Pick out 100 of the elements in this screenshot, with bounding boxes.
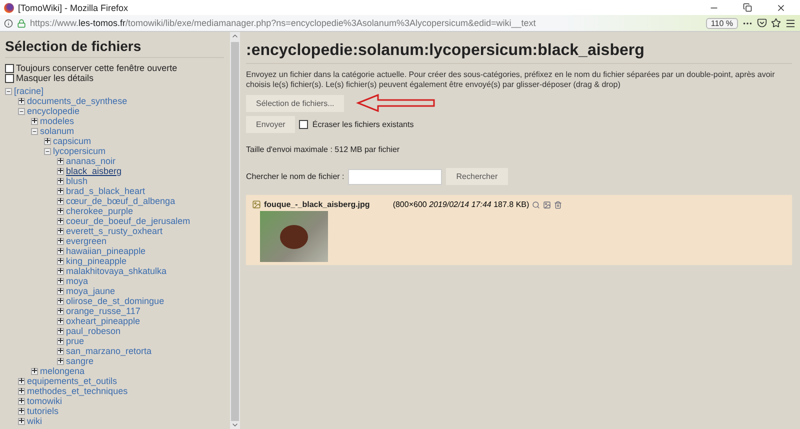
- tree-item[interactable]: capsicum: [53, 136, 92, 146]
- pocket-icon[interactable]: [757, 18, 767, 28]
- tree-item[interactable]: ananas_noir: [66, 156, 116, 166]
- tree-item[interactable]: tomowiki: [27, 396, 62, 406]
- tree-item[interactable]: oxheart_pineapple: [66, 316, 140, 326]
- tree-item[interactable]: equipements_et_outils: [27, 376, 118, 386]
- search-icon[interactable]: [532, 200, 540, 208]
- collapse-toggle[interactable]: [18, 108, 25, 114]
- checkbox[interactable]: [5, 64, 14, 72]
- expand-toggle[interactable]: [57, 188, 64, 194]
- tree-item[interactable]: hawaiian_pineapple: [66, 246, 146, 256]
- browser-logo-icon: [4, 2, 14, 12]
- info-icon[interactable]: [4, 18, 13, 28]
- zoom-level[interactable]: 110 %: [706, 18, 738, 28]
- tree-item[interactable]: paul_robeson: [66, 326, 121, 336]
- photo-placeholder[interactable]: [260, 211, 328, 262]
- close-icon[interactable]: [776, 2, 786, 12]
- tree-item[interactable]: cherokee_purple: [66, 206, 134, 216]
- search-label: Chercher le nom de fichier :: [246, 172, 344, 181]
- upload-button[interactable]: Envoyer: [246, 116, 296, 133]
- expand-toggle[interactable]: [31, 368, 38, 374]
- scrollbar[interactable]: [230, 32, 240, 429]
- expand-toggle[interactable]: [57, 168, 64, 174]
- search-field[interactable]: [348, 168, 442, 184]
- scroll-down-icon[interactable]: [231, 421, 239, 429]
- tree-item[interactable]: [racine]: [14, 86, 44, 96]
- expand-toggle[interactable]: [18, 408, 25, 414]
- window-title: [TomoWiki] - Mozilla Firefox: [18, 2, 130, 12]
- restore-icon[interactable]: [743, 2, 752, 12]
- tree-item[interactable]: encyclopedie: [27, 106, 80, 116]
- expand-toggle[interactable]: [57, 348, 64, 354]
- scroll-up-icon[interactable]: [231, 32, 239, 40]
- expand-toggle[interactable]: [57, 258, 64, 264]
- expand-toggle[interactable]: [57, 198, 64, 204]
- file-details: (800×600 2019/02/14 17:44 187.8 KB): [392, 200, 530, 209]
- expand-toggle[interactable]: [57, 208, 64, 214]
- tree-item[interactable]: melongena: [40, 366, 85, 376]
- expand-toggle[interactable]: [57, 298, 64, 304]
- expand-toggle[interactable]: [18, 378, 25, 384]
- expand-toggle[interactable]: [57, 238, 64, 244]
- checkbox-label: Toujours conserver cette fenêtre ouverte: [16, 63, 178, 73]
- expand-toggle[interactable]: [31, 118, 38, 124]
- tree-item[interactable]: orange_russe_117: [66, 306, 140, 316]
- tree-item[interactable]: cœur_de_bœuf_d_albenga: [66, 196, 176, 206]
- tree-item[interactable]: prue: [66, 336, 84, 346]
- file-name-link[interactable]: fouque_-_black_aisberg.jpg: [264, 200, 370, 209]
- file-select-button[interactable]: Sélection de fichiers...: [246, 94, 344, 112]
- checkbox-label: Masquer les détails: [16, 73, 94, 83]
- collapse-toggle[interactable]: [31, 128, 38, 134]
- expand-toggle[interactable]: [57, 248, 64, 254]
- tree-item[interactable]: moya_jaune: [66, 286, 116, 296]
- expand-toggle[interactable]: [57, 288, 64, 294]
- expand-toggle[interactable]: [57, 358, 64, 364]
- expand-toggle[interactable]: [44, 138, 51, 144]
- tree-item[interactable]: black_aisberg: [66, 166, 122, 176]
- trash-icon[interactable]: [554, 200, 562, 208]
- expand-toggle[interactable]: [18, 98, 25, 104]
- tree-item[interactable]: king_pineapple: [66, 256, 127, 266]
- tree-item[interactable]: wiki: [27, 416, 42, 426]
- checkbox[interactable]: [5, 74, 14, 82]
- expand-toggle[interactable]: [57, 158, 64, 164]
- tree-item[interactable]: evergreen: [66, 236, 107, 246]
- star-icon[interactable]: [771, 18, 781, 28]
- search-button[interactable]: Rechercher: [446, 168, 508, 185]
- tree-item[interactable]: olirose_de_st_domingue: [66, 296, 164, 306]
- tree-item[interactable]: documents_de_synthese: [27, 96, 128, 106]
- checkbox[interactable]: [299, 120, 308, 129]
- max-size-text: Taille d'envoi maximale : 512 MB par fichier: [246, 145, 401, 154]
- expand-toggle[interactable]: [18, 388, 25, 394]
- tree-item[interactable]: malakhitovaya_shkatulka: [66, 266, 167, 276]
- tree-item[interactable]: blush: [66, 176, 88, 186]
- tree-item[interactable]: methodes_et_techniques: [27, 386, 128, 396]
- address-field[interactable]: https://www.les-tomos.fr/tomowiki/lib/exe/mediamanager.php?ns=encyclopedie%3Asolanum%3Alycopersicum&edid=wiki__text: [30, 18, 702, 28]
- expand-toggle[interactable]: [57, 178, 64, 184]
- expand-toggle[interactable]: [57, 318, 64, 324]
- expand-toggle[interactable]: [57, 328, 64, 334]
- expand-toggle[interactable]: [57, 268, 64, 274]
- collapse-toggle[interactable]: [5, 88, 12, 94]
- tree-item[interactable]: san_marzano_retorta: [66, 346, 152, 356]
- tree-item[interactable]: lycopersicum: [53, 146, 106, 156]
- menu-icon[interactable]: [785, 18, 796, 28]
- collapse-toggle[interactable]: [44, 148, 51, 154]
- expand-toggle[interactable]: [57, 338, 64, 344]
- tree-item[interactable]: modeles: [40, 116, 74, 126]
- tree-item[interactable]: sangre: [66, 356, 94, 366]
- sidebar-title: Sélection de fichiers: [5, 38, 224, 58]
- expand-toggle[interactable]: [57, 228, 64, 234]
- tree-item[interactable]: moya: [66, 276, 88, 286]
- tree-item[interactable]: brad_s_black_heart: [66, 186, 146, 196]
- expand-toggle[interactable]: [18, 398, 25, 404]
- tree-item[interactable]: solanum: [40, 126, 74, 136]
- expand-toggle[interactable]: [57, 278, 64, 284]
- image-file-icon: [252, 200, 261, 209]
- tree-item[interactable]: coeur_de_boeuf_de_jerusalem: [66, 216, 190, 226]
- image-icon[interactable]: [543, 200, 552, 208]
- tree-item[interactable]: everett_s_rusty_oxheart: [66, 226, 163, 236]
- expand-toggle[interactable]: [18, 418, 25, 424]
- tree-item[interactable]: tutoriels: [27, 406, 59, 416]
- expand-toggle[interactable]: [57, 308, 64, 314]
- expand-toggle[interactable]: [57, 218, 64, 224]
